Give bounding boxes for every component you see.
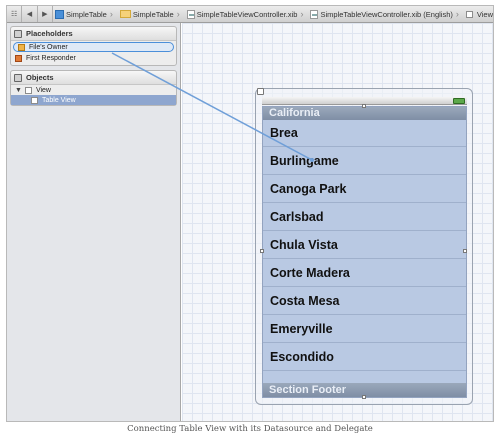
table-view[interactable]: California Brea Burlingame Canoga Park C…	[262, 106, 467, 398]
resize-handle-bottom[interactable]	[362, 395, 366, 399]
breadcrumb-label: SimpleTable	[132, 9, 174, 19]
view-icon	[24, 86, 32, 94]
placeholders-section: Placeholders File's Owner First Responde…	[10, 26, 177, 66]
breadcrumb-label: View	[476, 9, 493, 19]
outline-item-label: First Responder	[26, 54, 76, 62]
placeholder-cube-icon	[14, 29, 22, 38]
xib-file-icon	[186, 9, 195, 19]
outline-item-label: View	[35, 86, 51, 94]
breadcrumb-view[interactable]: View	[464, 9, 493, 19]
outline-item-first-responder[interactable]: First Responder	[11, 53, 176, 63]
jump-bar: ☷ ◀ ▶ SimpleTable › SimpleTable › Simple…	[7, 6, 493, 23]
outline-item-view[interactable]: ▼ View	[11, 85, 176, 95]
breadcrumb-label: SimpleTableViewController.xib	[196, 9, 298, 19]
outline-item-table-view[interactable]: Table View	[11, 95, 176, 105]
resize-handle-top[interactable]	[362, 104, 366, 108]
disclosure-triangle-icon[interactable]: ▼	[15, 87, 22, 94]
folder-icon	[119, 10, 131, 18]
table-cell[interactable]: Canoga Park	[263, 176, 466, 203]
objects-section: Objects ▼ View Table View	[10, 70, 177, 106]
outline-item-label: File's Owner	[29, 43, 68, 51]
project-icon	[54, 9, 64, 19]
table-cell[interactable]: Costa Mesa	[263, 288, 466, 315]
table-cell[interactable]: Burlingame	[263, 148, 466, 175]
first-responder-cube-icon	[15, 54, 22, 62]
back-arrow-icon[interactable]: ◀	[22, 6, 38, 22]
view-close-icon[interactable]	[257, 88, 264, 95]
breadcrumb-project[interactable]: SimpleTable ›	[53, 9, 118, 19]
breadcrumb-label: SimpleTable	[65, 9, 107, 19]
table-cell[interactable]: Brea	[263, 120, 466, 147]
files-owner-cube-icon	[18, 43, 25, 51]
view-icon	[465, 10, 473, 18]
breadcrumb-separator: ›	[176, 9, 180, 19]
table-cell[interactable]: Carlsbad	[263, 204, 466, 231]
table-cell[interactable]: Escondido	[263, 344, 466, 371]
objects-title: Objects	[26, 73, 54, 82]
document-outline: Placeholders File's Owner First Responde…	[7, 23, 181, 421]
outline-item-label: Table View	[42, 96, 76, 104]
table-view-icon	[31, 96, 38, 104]
battery-icon	[453, 98, 465, 104]
figure-caption: Connecting Table View with its Datasourc…	[127, 424, 373, 434]
breadcrumb-xib[interactable]: SimpleTableViewController.xib ›	[185, 9, 309, 19]
resize-handle-left[interactable]	[260, 249, 264, 253]
outline-item-files-owner[interactable]: File's Owner	[13, 42, 174, 52]
breadcrumb-label: SimpleTableViewController.xib (English)	[320, 9, 453, 19]
xib-file-icon	[310, 9, 319, 19]
placeholders-title: Placeholders	[26, 29, 73, 38]
table-cell[interactable]: Corte Madera	[263, 260, 466, 287]
breadcrumb-separator: ›	[455, 9, 459, 19]
breadcrumb-separator: ›	[300, 9, 304, 19]
breadcrumb-xib-localized[interactable]: SimpleTableViewController.xib (English) …	[308, 9, 463, 19]
breadcrumb-separator: ›	[109, 9, 113, 19]
table-cell[interactable]: Emeryville	[263, 316, 466, 343]
related-items-icon[interactable]: ☷	[7, 6, 23, 22]
objects-header[interactable]: Objects	[11, 71, 176, 85]
placeholders-header[interactable]: Placeholders	[11, 27, 176, 41]
breadcrumb-group[interactable]: SimpleTable ›	[118, 9, 185, 19]
resize-handle-right[interactable]	[463, 249, 467, 253]
section-header: California	[263, 107, 466, 120]
table-cell[interactable]: Chula Vista	[263, 232, 466, 259]
objects-cube-icon	[14, 73, 22, 82]
forward-arrow-icon[interactable]: ▶	[38, 6, 53, 22]
